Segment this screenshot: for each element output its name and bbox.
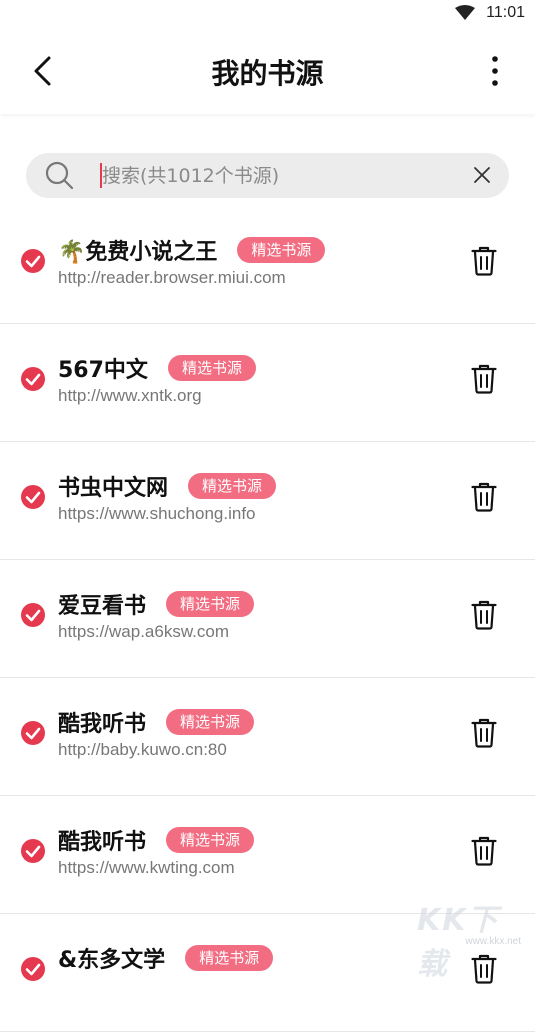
source-item[interactable]: 爱豆看书 精选书源 https://wap.a6ksw.com bbox=[0, 560, 535, 678]
source-url: http://baby.kuwo.cn:80 bbox=[58, 740, 227, 759]
source-title-line: 酷我听书 精选书源 bbox=[58, 824, 255, 856]
featured-badge: 精选书源 bbox=[166, 709, 255, 735]
source-title-line: 567中文 精选书源 bbox=[58, 352, 256, 384]
featured-badge: 精选书源 bbox=[237, 237, 326, 263]
source-title-line: 酷我听书 精选书源 bbox=[58, 706, 255, 738]
source-name: 酷我听书 bbox=[58, 712, 147, 737]
featured-badge: 精选书源 bbox=[185, 945, 274, 971]
search-bar bbox=[26, 153, 509, 198]
featured-badge: 精选书源 bbox=[166, 827, 255, 853]
trash-icon[interactable] bbox=[471, 600, 497, 630]
source-name: 567中文 bbox=[58, 358, 148, 383]
checkmark-circle-icon[interactable] bbox=[20, 248, 46, 274]
status-bar: 11:01 bbox=[0, 0, 535, 30]
source-title-line: &东多文学 精选书源 bbox=[58, 942, 274, 974]
watermark-url: www.kkx.net bbox=[465, 936, 521, 947]
trash-icon[interactable] bbox=[471, 364, 497, 394]
source-title-line: 爱豆看书 精选书源 bbox=[58, 588, 255, 620]
wifi-icon bbox=[455, 5, 475, 20]
source-url: https://wap.a6ksw.com bbox=[58, 622, 230, 641]
trash-icon[interactable] bbox=[471, 836, 497, 866]
checkmark-circle-icon[interactable] bbox=[20, 602, 46, 628]
source-url: http://reader.browser.miui.com bbox=[58, 268, 286, 287]
search-icon bbox=[45, 161, 74, 190]
source-name: 书虫中文网 bbox=[58, 476, 169, 501]
watermark-logo: KK下载 www.kkx.net bbox=[417, 895, 527, 982]
page-title: 我的书源 bbox=[211, 57, 324, 90]
source-name: 爱豆看书 bbox=[58, 594, 147, 619]
checkmark-circle-icon[interactable] bbox=[20, 720, 46, 746]
source-name: 🌴免费小说之王 bbox=[58, 240, 218, 265]
source-item[interactable]: 🌴免费小说之王 精选书源 http://reader.browser.miui.… bbox=[0, 206, 535, 324]
trash-icon[interactable] bbox=[471, 718, 497, 748]
featured-badge: 精选书源 bbox=[166, 591, 255, 617]
source-url: https://www.kwting.com bbox=[58, 858, 235, 877]
source-url: http://www.xntk.org bbox=[58, 386, 202, 405]
source-title-line: 书虫中文网 精选书源 bbox=[58, 470, 277, 502]
source-url: https://www.shuchong.info bbox=[58, 504, 256, 523]
clear-search-icon[interactable] bbox=[473, 166, 491, 184]
featured-badge: 精选书源 bbox=[167, 355, 256, 381]
app-bar: 我的书源 bbox=[0, 30, 535, 114]
source-name: 酷我听书 bbox=[58, 830, 147, 855]
trash-icon[interactable] bbox=[471, 246, 497, 276]
source-title-line: 🌴免费小说之王 精选书源 bbox=[58, 234, 326, 266]
checkmark-circle-icon[interactable] bbox=[20, 956, 46, 982]
source-item[interactable]: 书虫中文网 精选书源 https://www.shuchong.info bbox=[0, 442, 535, 560]
checkmark-circle-icon[interactable] bbox=[20, 838, 46, 864]
trash-icon[interactable] bbox=[471, 482, 497, 512]
search-input[interactable] bbox=[102, 153, 462, 198]
source-item[interactable]: 567中文 精选书源 http://www.xntk.org bbox=[0, 324, 535, 442]
checkmark-circle-icon[interactable] bbox=[20, 484, 46, 510]
source-name: &东多文学 bbox=[58, 948, 166, 973]
status-time: 11:01 bbox=[486, 4, 525, 21]
source-item[interactable]: 酷我听书 精选书源 http://baby.kuwo.cn:80 bbox=[0, 678, 535, 796]
checkmark-circle-icon[interactable] bbox=[20, 366, 46, 392]
featured-badge: 精选书源 bbox=[188, 473, 277, 499]
more-options-icon[interactable] bbox=[485, 54, 505, 88]
